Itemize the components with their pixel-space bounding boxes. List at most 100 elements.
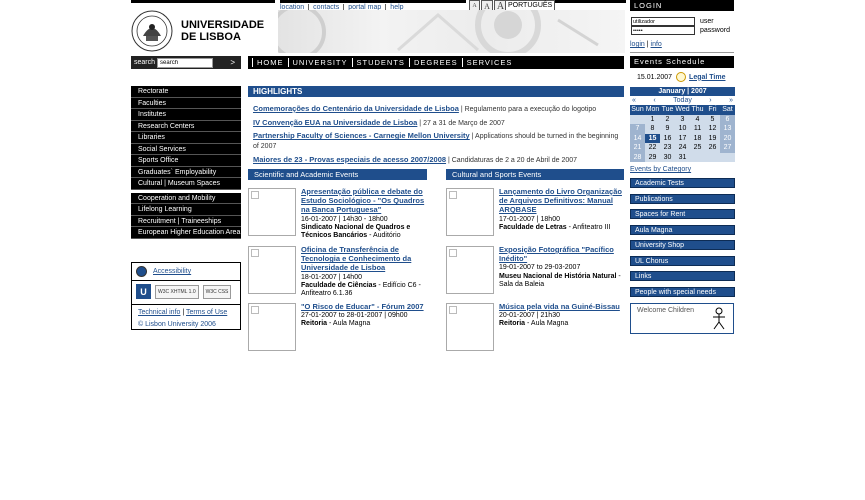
event-thumbnail[interactable] — [248, 246, 296, 294]
accessibility-link[interactable]: Accessibility — [153, 268, 191, 275]
calendar-today-cell[interactable]: 15 — [645, 133, 660, 143]
calendar-day[interactable]: 10 — [675, 124, 690, 134]
calendar-day[interactable]: 29 — [645, 152, 660, 162]
event-thumbnail[interactable] — [248, 188, 296, 236]
calendar-day[interactable]: 7 — [630, 124, 645, 134]
event-thumbnail[interactable] — [248, 303, 296, 351]
menu-social-services[interactable]: Social Services — [131, 143, 241, 155]
calendar-day[interactable]: 1 — [645, 114, 660, 124]
nav-services[interactable]: SERVICES — [461, 58, 517, 67]
calendar-day[interactable]: 3 — [675, 114, 690, 124]
calendar-day[interactable]: 17 — [675, 133, 690, 143]
welcome-children-banner[interactable]: Welcome Children — [630, 303, 734, 334]
nav-university[interactable]: UNIVERSITY — [287, 58, 352, 67]
calendar-day[interactable]: 25 — [690, 143, 705, 153]
calendar-day[interactable]: 8 — [645, 124, 660, 134]
calendar-prev-month-button[interactable]: ‹ — [653, 96, 655, 105]
login-link[interactable]: login — [630, 41, 645, 48]
calendar-day[interactable]: 12 — [705, 124, 720, 134]
username-input[interactable] — [631, 17, 695, 26]
calendar-day[interactable]: 19 — [705, 133, 720, 143]
menu-faculties[interactable]: Faculties — [131, 97, 241, 109]
menu-research-centers[interactable]: Research Centers — [131, 120, 241, 132]
event-title-link[interactable]: Oficina de Transferência de Tecnologia e… — [301, 245, 411, 272]
search-go-button[interactable]: > — [230, 58, 235, 67]
event-thumbnail[interactable] — [446, 246, 494, 294]
css-badge[interactable]: W3C CSS — [202, 284, 232, 299]
highlight-link[interactable]: Comemorações do Centenário da Universida… — [253, 104, 459, 113]
menu-rectorate[interactable]: Rectorate — [131, 86, 241, 98]
search-input[interactable] — [157, 57, 214, 68]
event-title-link[interactable]: "O Risco de Educar" - Fórum 2007 — [301, 302, 424, 311]
event-thumbnail[interactable] — [446, 303, 494, 351]
xhtml-badge[interactable]: W3C XHTML 1.0 — [155, 284, 199, 299]
calendar-day[interactable]: 11 — [690, 124, 705, 134]
event-room: - Auditório — [367, 232, 401, 240]
calendar-day[interactable]: 24 — [675, 143, 690, 153]
calendar-day[interactable]: 13 — [720, 124, 735, 134]
menu-university-shop[interactable]: University Shop — [630, 240, 735, 250]
highlight-link[interactable]: Partnership Faculty of Sciences - Carneg… — [253, 131, 470, 140]
nav-students[interactable]: STUDENTS — [351, 58, 409, 67]
calendar-day[interactable]: 30 — [660, 152, 675, 162]
event-date: 18-01-2007 | 14h00 — [301, 273, 362, 281]
menu-sports-office[interactable]: Sports Office — [131, 155, 241, 167]
info-link[interactable]: info — [651, 41, 662, 48]
calendar-today-button[interactable]: Today — [673, 96, 692, 105]
menu-ul-chorus[interactable]: UL Chorus — [630, 255, 735, 266]
event-title-link[interactable]: Apresentação pública e debate do Estudo … — [301, 187, 424, 214]
calendar-day[interactable]: 18 — [690, 133, 705, 143]
calendar-day[interactable]: 6 — [720, 114, 735, 124]
calendar-day[interactable]: 28 — [630, 152, 645, 162]
calendar-day[interactable]: 27 — [720, 143, 735, 153]
nav-home[interactable]: HOME — [252, 58, 288, 67]
calendar-next-year-button[interactable]: » — [729, 96, 733, 105]
event-title-link[interactable]: Lançamento do Livro Organização de Arqui… — [499, 187, 622, 214]
menu-recruitment[interactable]: Recruitment | Traineeships — [131, 215, 241, 227]
calendar-day[interactable]: 4 — [690, 114, 705, 124]
menu-special-needs[interactable]: People with special needs — [630, 286, 735, 297]
calendar-day[interactable]: 23 — [660, 143, 675, 153]
event-details: Exposição Fotográfica "Pacífico Inédito"… — [499, 245, 624, 289]
event-thumbnail[interactable] — [446, 188, 494, 236]
calendar-day[interactable]: 2 — [660, 114, 675, 124]
events-by-category-link[interactable]: Events by Category — [630, 166, 691, 173]
nav-degrees[interactable]: DEGREES — [408, 58, 462, 67]
password-input[interactable] — [631, 26, 695, 35]
menu-cultural-museum[interactable]: Cultural | Museum Spaces — [131, 178, 241, 190]
calendar-day[interactable]: 14 — [630, 133, 645, 143]
highlight-link[interactable]: IV Convenção EUA na Universidade de Lisb… — [253, 118, 417, 127]
calendar-day[interactable]: 16 — [660, 133, 675, 143]
menu-libraries[interactable]: Libraries — [131, 132, 241, 144]
clock-icon — [676, 72, 687, 82]
terms-of-use-link[interactable]: Terms of Use — [186, 309, 227, 316]
menu-academic-tests[interactable]: Academic Tests — [630, 178, 735, 188]
technical-info-link[interactable]: Technical info — [138, 309, 180, 316]
legal-time-link[interactable]: Legal Time — [689, 74, 725, 81]
menu-publications[interactable]: Publications — [630, 193, 735, 204]
menu-institutes[interactable]: Institutes — [131, 109, 241, 121]
event-title-link[interactable]: Exposição Fotográfica "Pacífico Inédito" — [499, 245, 614, 263]
calendar-day[interactable]: 31 — [675, 152, 690, 162]
calendar-day[interactable]: 21 — [630, 143, 645, 153]
calendar-day[interactable]: 5 — [705, 114, 720, 124]
menu-lifelong-learning[interactable]: Lifelong Learning — [131, 204, 241, 216]
calendar-day[interactable]: 22 — [645, 143, 660, 153]
calendar-day[interactable]: 20 — [720, 133, 735, 143]
calendar-grid: Sun Mon Tue Wed Thu Fri Sat 1 2 3 4 5 6 7 8 9 10 11 12 13 14… — [630, 105, 735, 162]
highlight-link[interactable]: Maiores de 23 - Provas especiais de aces… — [253, 155, 446, 164]
event-venue: Reitoria — [499, 320, 526, 328]
calendar-day[interactable]: 26 — [705, 143, 720, 153]
menu-cooperation[interactable]: Cooperation and Mobility — [131, 192, 241, 204]
menu-aula-magna[interactable]: Aula Magna — [630, 224, 735, 235]
menu-links[interactable]: Links — [630, 271, 735, 281]
menu-spaces-for-rent[interactable]: Spaces for Rent — [630, 209, 735, 219]
calendar-weekday-header: Tue — [660, 105, 675, 115]
event-title-link[interactable]: Música pela vida na Guiné-Bissau — [499, 302, 620, 311]
calendar-day[interactable]: 9 — [660, 124, 675, 134]
menu-graduates-employability[interactable]: Graduates` Employability — [131, 166, 241, 178]
university-logo[interactable]: UNIVERSIDADE DE LISBOA — [131, 10, 276, 52]
calendar-prev-year-button[interactable]: « — [632, 96, 636, 105]
menu-european-higher-education[interactable]: European Higher Education Area — [131, 227, 241, 239]
calendar-next-month-button[interactable]: › — [709, 96, 711, 105]
